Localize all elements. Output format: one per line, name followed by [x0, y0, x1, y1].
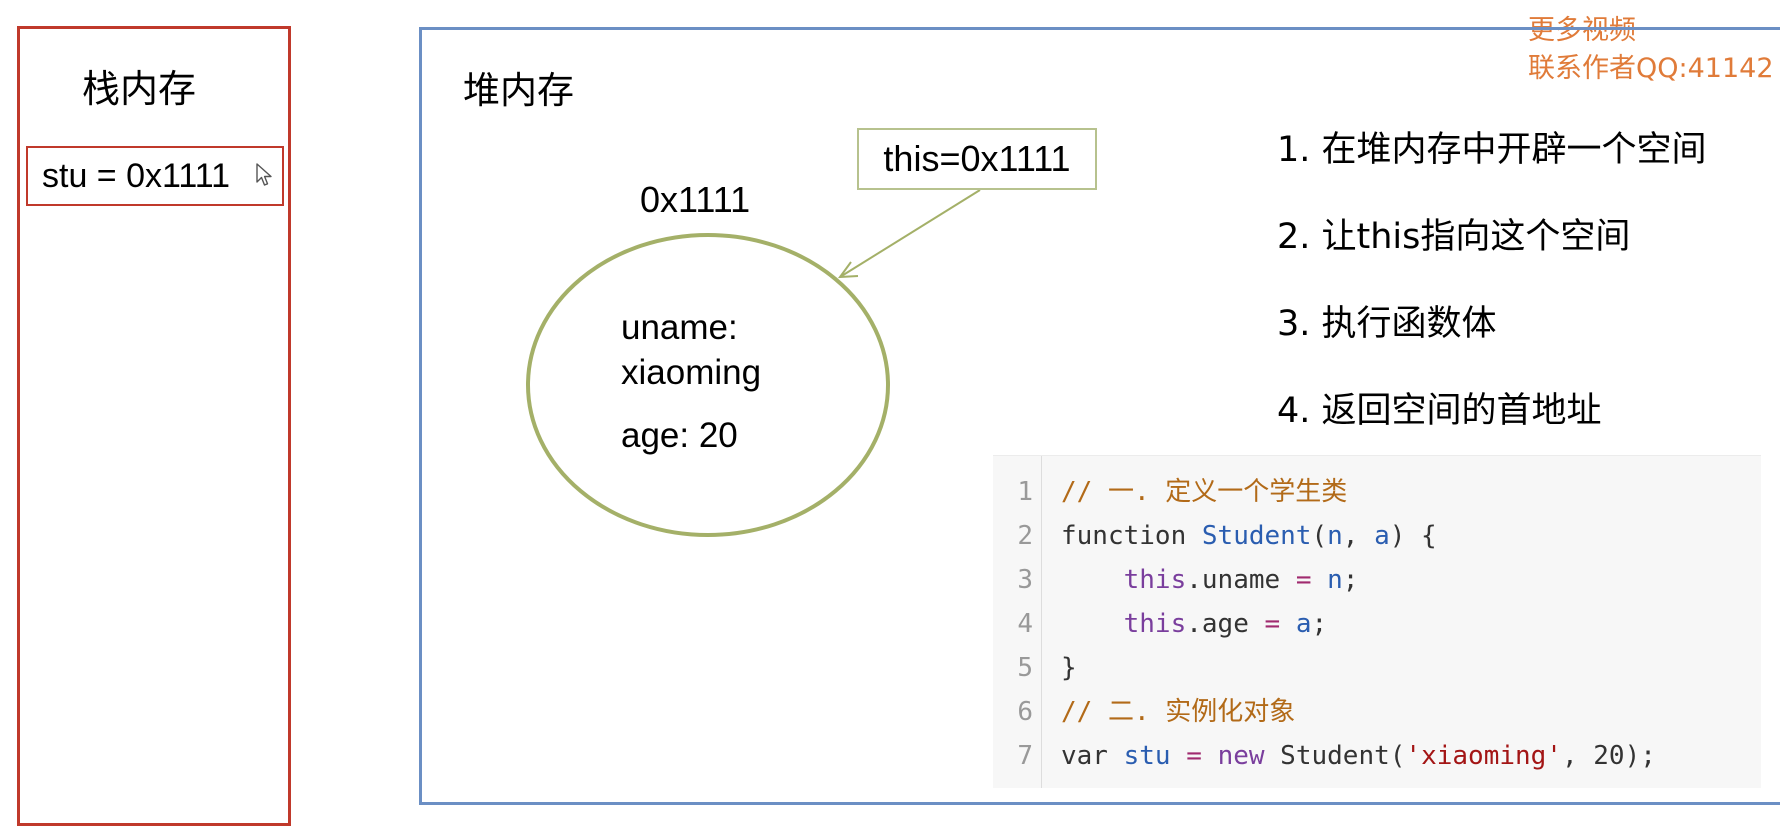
line-code: function Student(n, a) { [1061, 514, 1437, 558]
code-token: a [1295, 609, 1312, 639]
constructor-steps-list: 1. 在堆内存中开辟一个空间 2. 让this指向这个空间 3. 执行函数体 4… [1277, 130, 1707, 478]
code-token: 'xiaoming' [1405, 741, 1562, 771]
code-token: n [1327, 521, 1343, 551]
this-pointer-label: this=0x1111 [857, 128, 1097, 190]
line-number: 7 [1017, 741, 1033, 771]
step-item: 1. 在堆内存中开辟一个空间 [1277, 130, 1707, 170]
line-number: 4 [1017, 609, 1033, 639]
stack-variable-box: stu = 0x1111 [26, 146, 284, 206]
code-token: , 20); [1561, 741, 1656, 771]
object-field-uname-key: uname: [621, 308, 738, 347]
code-token: .age [1186, 609, 1265, 639]
code-token: = [1186, 741, 1202, 771]
line-number: 5 [1017, 653, 1033, 683]
code-token: n [1327, 565, 1343, 595]
code-token: Student [1201, 521, 1312, 551]
code-token: new [1217, 741, 1265, 771]
code-token: ; [1342, 565, 1359, 595]
code-token: a [1374, 521, 1390, 551]
line-number: 1 [1017, 477, 1033, 507]
object-field-uname-value: xiaoming [621, 353, 762, 392]
mouse-pointer-icon [256, 163, 272, 186]
object-address-label: 0x1111 [640, 179, 751, 220]
code-token: = [1264, 609, 1281, 639]
stack-memory-title: 栈内存 [82, 67, 197, 111]
code-token: // 二. 实例化对象 [1061, 697, 1296, 727]
line-number: 6 [1017, 697, 1033, 727]
code-token: ) { [1389, 521, 1437, 551]
code-token: // 一. 定义一个学生类 [1061, 477, 1348, 507]
line-code: this.uname = n; [1061, 558, 1359, 602]
line-code: var stu = new Student('xiaoming', 20); [1061, 734, 1656, 778]
code-token: } [1061, 653, 1077, 683]
step-item: 2. 让this指向这个空间 [1277, 217, 1631, 257]
line-number: 3 [1017, 565, 1033, 595]
code-token: Student( [1264, 741, 1406, 771]
code-token: = [1295, 565, 1312, 595]
line-number: 2 [1017, 521, 1033, 551]
line-code: // 一. 定义一个学生类 [1061, 470, 1347, 514]
code-token: this [1123, 609, 1187, 639]
code-block: 1// 一. 定义一个学生类 2 function Student(n, a) {3… [993, 455, 1761, 788]
code-token: var [1061, 741, 1124, 771]
code-token: this [1123, 565, 1187, 595]
code-token: function [1061, 521, 1202, 551]
line-code: // 二. 实例化对象 [1061, 690, 1295, 734]
code-token: stu [1123, 741, 1171, 771]
line-code: this.age = a; [1061, 602, 1328, 646]
heap-memory-title: 堆内存 [463, 69, 574, 112]
code-token: , [1342, 521, 1375, 551]
code-token: .uname [1186, 565, 1296, 595]
line-code: } [1061, 646, 1077, 690]
code-token: ; [1311, 609, 1328, 639]
code-token: ( [1311, 521, 1328, 551]
step-item: 3. 执行函数体 [1277, 304, 1497, 344]
object-field-age: age: 20 [621, 416, 738, 455]
